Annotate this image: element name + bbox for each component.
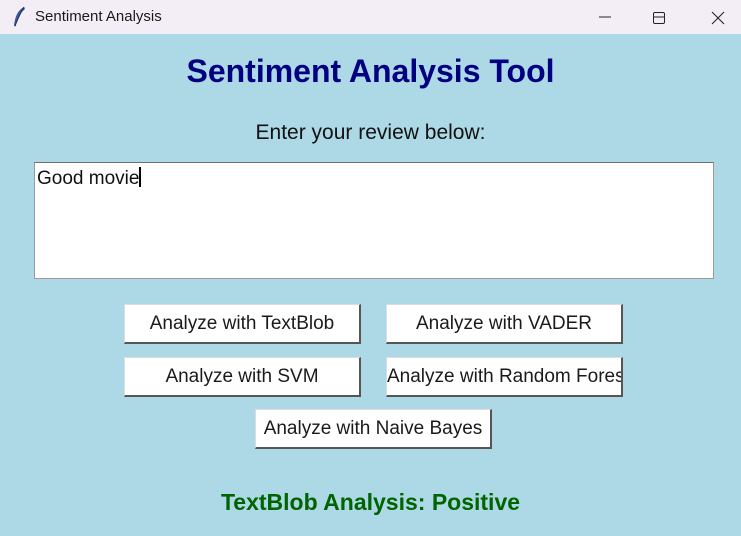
app-window-content: Sentiment Analysis Tool Enter your revie… <box>0 34 741 536</box>
minimize-icon <box>599 16 611 18</box>
analyze-naive-bayes-button[interactable]: Analyze with Naive Bayes <box>255 409 492 449</box>
minimize-button-area[interactable] <box>582 0 628 34</box>
feather-icon <box>11 6 27 28</box>
analyze-vader-button[interactable]: Analyze with VADER <box>386 304 623 344</box>
result-label: TextBlob Analysis: Positive <box>220 489 521 515</box>
close-icon <box>711 11 725 25</box>
analyze-textblob-button[interactable]: Analyze with TextBlob <box>124 304 361 344</box>
text-caret <box>139 167 142 187</box>
maximize-button[interactable] <box>636 0 682 34</box>
analyze-random-forest-button[interactable]: Analyze with Random Fores <box>386 357 623 397</box>
review-prompt-label: Enter your review below: <box>255 121 486 144</box>
page-title: Sentiment Analysis Tool <box>186 53 555 89</box>
close-button[interactable] <box>695 0 741 34</box>
maximize-icon <box>653 12 665 24</box>
analyze-svm-button[interactable]: Analyze with SVM <box>124 357 361 397</box>
review-text-value: Good movie <box>37 168 140 189</box>
window-title: Sentiment Analysis <box>35 8 162 25</box>
title-bar: Sentiment Analysis <box>0 0 741 34</box>
review-text-input[interactable]: Good movie <box>34 162 714 279</box>
